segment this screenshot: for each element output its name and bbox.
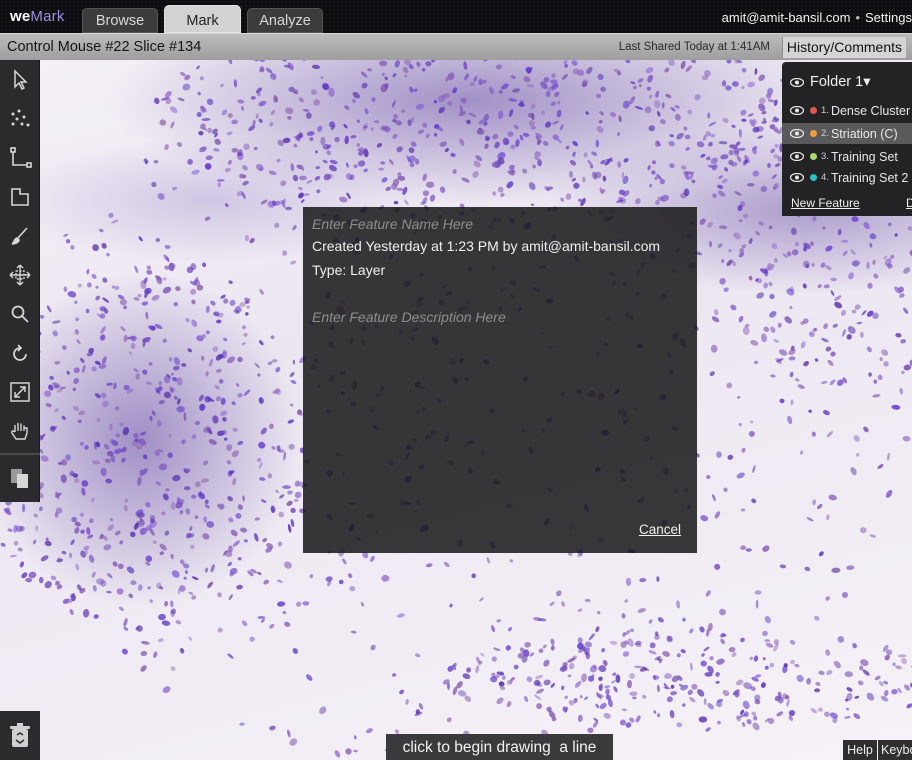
feature-item[interactable]: 4. Training Set 2 [782, 167, 912, 188]
title-bar: Control Mouse #22 Slice #134 Last Shared… [0, 33, 912, 60]
features-panel: Folder 1 ▾ 1. Dense Cluster 2. Striation … [782, 62, 912, 216]
fit-screen-icon[interactable] [5, 377, 35, 407]
tab-browse[interactable]: Browse [82, 8, 158, 33]
feature-label: Dense Cluster [830, 103, 911, 118]
eye-icon[interactable] [790, 129, 804, 138]
line-icon[interactable] [5, 143, 35, 173]
brush-icon[interactable] [5, 221, 35, 251]
feature-number: 2. [821, 128, 829, 139]
hand-pan-icon[interactable] [5, 416, 35, 446]
app-logo[interactable]: weMark [10, 8, 65, 25]
feature-label: Training Set [830, 149, 898, 164]
eye-icon[interactable] [790, 106, 804, 115]
feature-color-dot [810, 174, 817, 181]
feature-dialog: Created Yesterday at 1:23 PM by amit@ami… [303, 207, 697, 553]
logo-mark: Mark [30, 8, 65, 25]
chevron-down-icon[interactable]: ▾ [863, 74, 870, 90]
feature-number: 4. [821, 172, 829, 183]
points-icon[interactable] [5, 104, 35, 134]
history-comments-button[interactable]: History/Comments [781, 37, 906, 58]
feature-number: 3. [821, 151, 829, 162]
eye-icon[interactable] [790, 77, 804, 87]
feature-item[interactable]: 3. Training Set [782, 146, 912, 167]
created-info: Created Yesterday at 1:23 PM by amit@ami… [312, 238, 661, 254]
feature-item-selected[interactable]: 2. Striation (C) [782, 123, 912, 144]
account-email[interactable]: amit@amit-bansil.com [722, 10, 851, 25]
features-extra-link[interactable]: D [906, 196, 912, 210]
account-area: amit@amit-bansil.com • Settings [722, 10, 912, 25]
tab-analyze[interactable]: Analyze [247, 8, 323, 33]
feature-number: 1. [821, 105, 829, 116]
eye-icon[interactable] [790, 173, 804, 182]
eye-icon[interactable] [790, 152, 804, 161]
folder-selector[interactable]: Folder 1 ▾ [790, 73, 870, 91]
rotate-icon[interactable] [5, 338, 35, 368]
drawing-hint: click to begin drawing a line [386, 734, 613, 760]
zoom-icon[interactable] [5, 299, 35, 329]
feature-color-dot [810, 153, 817, 160]
new-feature-link[interactable]: New Feature [791, 196, 860, 210]
move-icon[interactable] [5, 260, 35, 290]
feature-item[interactable]: 1. Dense Cluster [782, 100, 912, 121]
select-arrow-icon[interactable] [5, 65, 35, 95]
trash-icon[interactable] [0, 711, 40, 760]
last-shared-text: Last Shared Today at 1:41AM [618, 41, 770, 53]
feature-label: Striation (C) [830, 126, 898, 141]
toolbar-divider [0, 453, 40, 455]
copy-pages-icon[interactable] [5, 463, 35, 493]
feature-description-input[interactable] [312, 309, 686, 509]
polygon-icon[interactable] [5, 182, 35, 212]
cancel-button[interactable]: Cancel [639, 522, 681, 537]
tool-palette [0, 60, 40, 502]
feature-color-dot [810, 107, 817, 114]
account-separator: • [855, 10, 861, 25]
logo-we: we [10, 8, 31, 25]
slice-title: Control Mouse #22 Slice #134 [7, 39, 202, 55]
tab-mark[interactable]: Mark [164, 5, 241, 33]
feature-type: Type: Layer [312, 262, 386, 278]
feature-color-dot [810, 130, 817, 137]
feature-name-input[interactable] [312, 214, 682, 234]
feature-label: Training Set 2 [830, 170, 909, 185]
top-bar: weMark Browse Mark Analyze amit@amit-ban… [0, 0, 912, 33]
keyboard-button[interactable]: Keyboard [878, 740, 912, 760]
settings-link[interactable]: Settings [865, 10, 912, 25]
help-button[interactable]: Help [843, 740, 877, 760]
folder-name: Folder 1 [810, 74, 864, 90]
